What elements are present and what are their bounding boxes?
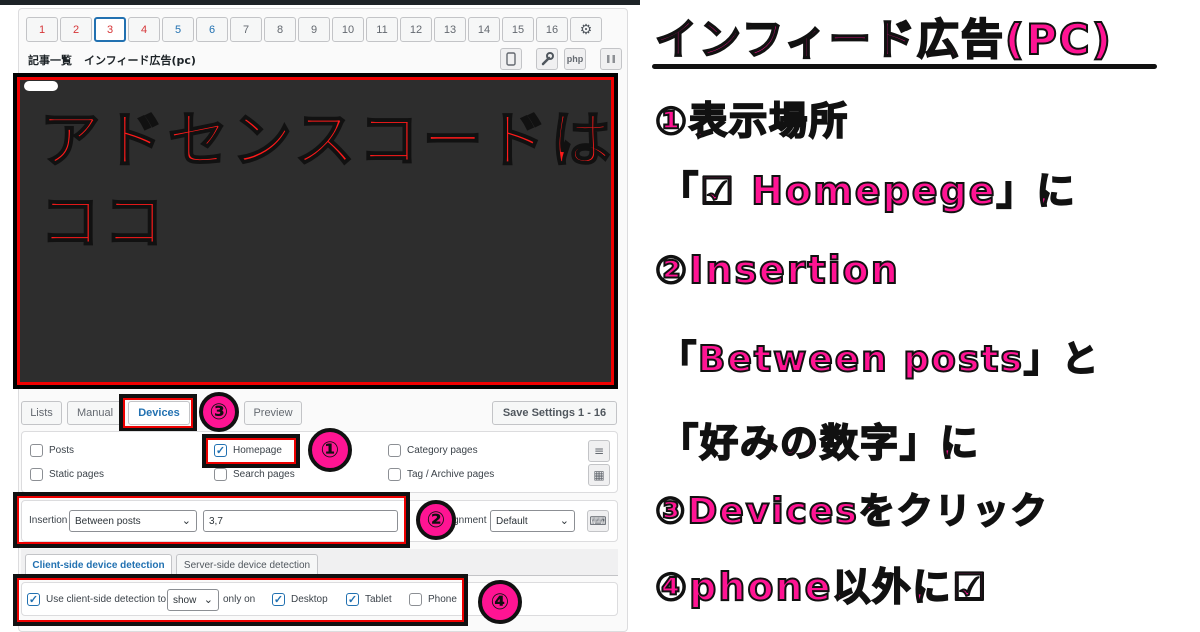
insertion-select[interactable]: Between posts ⌄ bbox=[69, 510, 197, 532]
posts-checkbox-box[interactable] bbox=[30, 444, 43, 457]
static-label: Static pages bbox=[49, 469, 105, 480]
insertion-positions-input[interactable]: 3,7 bbox=[203, 510, 398, 532]
use-detection-label: Use client-side detection to bbox=[46, 594, 167, 605]
insertion-value: Between posts bbox=[75, 515, 141, 527]
tab-14[interactable]: 14 bbox=[468, 17, 500, 42]
homepage-checkbox[interactable]: Homepage bbox=[214, 444, 282, 457]
chevron-down-icon: ⌄ bbox=[203, 594, 213, 606]
window-top-bar bbox=[0, 0, 640, 5]
tab-2[interactable]: 2 bbox=[60, 17, 92, 42]
manual-button[interactable]: Manual bbox=[67, 401, 123, 425]
wrench-icon[interactable] bbox=[536, 48, 558, 70]
tablet-label: Tablet bbox=[365, 594, 392, 605]
step-4-marker: ④ bbox=[478, 580, 522, 624]
category-label: Category pages bbox=[407, 445, 478, 456]
block-tabs: 1 2 3 4 5 6 7 8 9 10 11 12 13 14 15 16 ⚙ bbox=[26, 17, 602, 42]
block-name: インフィード広告(pc) bbox=[84, 54, 196, 67]
tab-9[interactable]: 9 bbox=[298, 17, 330, 42]
phone-checkbox-box[interactable] bbox=[409, 593, 422, 606]
posts-checkbox[interactable]: Posts bbox=[30, 444, 74, 457]
annotation-step1: ①表示場所 bbox=[654, 98, 850, 144]
tab-3[interactable]: 3 bbox=[94, 17, 126, 42]
desktop-checkbox-box[interactable] bbox=[272, 593, 285, 606]
gear-icon[interactable]: ⚙ bbox=[570, 17, 602, 42]
tablet-checkbox-box[interactable] bbox=[346, 593, 359, 606]
tab-7[interactable]: 7 bbox=[230, 17, 262, 42]
step-3-marker: ③ bbox=[199, 392, 239, 432]
category-checkbox[interactable]: Category pages bbox=[388, 444, 478, 457]
block-title: 記事一覧 インフィード広告(pc) bbox=[28, 52, 196, 68]
editor-annotation-line1: アドセンスコードは bbox=[39, 105, 615, 177]
homepage-label: Homepage bbox=[233, 445, 282, 456]
annotation-step2c: 「好みの数字」に bbox=[659, 420, 981, 466]
phone-checkbox[interactable]: Phone bbox=[409, 593, 457, 606]
chevron-down-icon: ⌄ bbox=[181, 515, 191, 527]
homepage-checkbox-box[interactable] bbox=[214, 444, 227, 457]
annotation-title: インフィード広告(PC) bbox=[654, 14, 1113, 65]
static-checkbox-box[interactable] bbox=[30, 468, 43, 481]
tab-1[interactable]: 1 bbox=[26, 17, 58, 42]
tablet-checkbox[interactable]: Tablet bbox=[346, 593, 392, 606]
search-checkbox-box[interactable] bbox=[214, 468, 227, 481]
lists-button[interactable]: Lists bbox=[21, 401, 62, 425]
step-2-marker: ② bbox=[416, 500, 456, 540]
detection-mode-select[interactable]: show ⌄ bbox=[167, 589, 219, 611]
tab-15[interactable]: 15 bbox=[502, 17, 534, 42]
annotation-step1b: 「☑ Homepege」に bbox=[659, 168, 1077, 214]
tab-16[interactable]: 16 bbox=[536, 17, 568, 42]
use-detection-checkbox[interactable]: Use client-side detection to bbox=[27, 593, 166, 606]
insertion-label: Insertion bbox=[29, 515, 68, 526]
client-detection-tab[interactable]: Client-side device detection bbox=[25, 554, 172, 576]
tab-11[interactable]: 11 bbox=[366, 17, 398, 42]
list-icon[interactable]: ≡ bbox=[588, 440, 610, 462]
tablet-icon[interactable] bbox=[500, 48, 522, 70]
alignment-value: Default bbox=[496, 515, 528, 527]
use-detection-checkbox-box[interactable] bbox=[27, 593, 40, 606]
annotation-step4: ④phone以外に☑ bbox=[654, 564, 989, 610]
header-icons: php bbox=[500, 48, 622, 70]
tab-13[interactable]: 13 bbox=[434, 17, 466, 42]
editor-annotation-line2: ココ bbox=[39, 187, 168, 259]
detection-mode-value: show bbox=[173, 594, 197, 606]
phone-label: Phone bbox=[428, 594, 457, 605]
tab-12[interactable]: 12 bbox=[400, 17, 432, 42]
pause-icon[interactable] bbox=[600, 48, 622, 70]
tab-8[interactable]: 8 bbox=[264, 17, 296, 42]
editor-indicator bbox=[24, 81, 58, 91]
block-label: 記事一覧 bbox=[28, 54, 72, 67]
desktop-label: Desktop bbox=[291, 594, 328, 605]
annotation-step2: ②Insertion bbox=[654, 247, 900, 293]
tag-checkbox[interactable]: Tag / Archive pages bbox=[388, 468, 494, 481]
preview-button[interactable]: Preview bbox=[244, 401, 302, 425]
static-checkbox[interactable]: Static pages bbox=[30, 468, 104, 481]
save-settings-button[interactable]: Save Settings 1 - 16 bbox=[492, 401, 617, 425]
tab-10[interactable]: 10 bbox=[332, 17, 364, 42]
grid-icon[interactable]: ▦ bbox=[588, 464, 610, 486]
tab-4[interactable]: 4 bbox=[128, 17, 160, 42]
search-label: Search pages bbox=[233, 469, 295, 480]
search-checkbox[interactable]: Search pages bbox=[214, 468, 295, 481]
category-checkbox-box[interactable] bbox=[388, 444, 401, 457]
only-on-label: only on bbox=[223, 594, 256, 605]
desktop-checkbox[interactable]: Desktop bbox=[272, 593, 328, 606]
keyboard-icon[interactable]: ⌨ bbox=[587, 510, 609, 532]
annotation-step3: ③Devicesをクリック bbox=[654, 490, 1049, 533]
posts-label: Posts bbox=[49, 445, 75, 456]
tab-6[interactable]: 6 bbox=[196, 17, 228, 42]
chevron-down-icon: ⌄ bbox=[559, 515, 569, 527]
php-icon[interactable]: php bbox=[564, 48, 586, 70]
editor-annotation: アドセンスコードは ココ bbox=[39, 100, 615, 264]
tag-label: Tag / Archive pages bbox=[407, 469, 495, 480]
server-detection-tab[interactable]: Server-side device detection bbox=[176, 554, 318, 576]
title-underline bbox=[652, 64, 1157, 69]
alignment-select[interactable]: Default ⌄ bbox=[490, 510, 575, 532]
tab-5[interactable]: 5 bbox=[162, 17, 194, 42]
annotation-step2b: 「Between posts」と bbox=[659, 338, 1100, 381]
tag-checkbox-box[interactable] bbox=[388, 468, 401, 481]
step-1-marker: ① bbox=[308, 428, 352, 472]
devices-button[interactable]: Devices bbox=[128, 401, 190, 425]
